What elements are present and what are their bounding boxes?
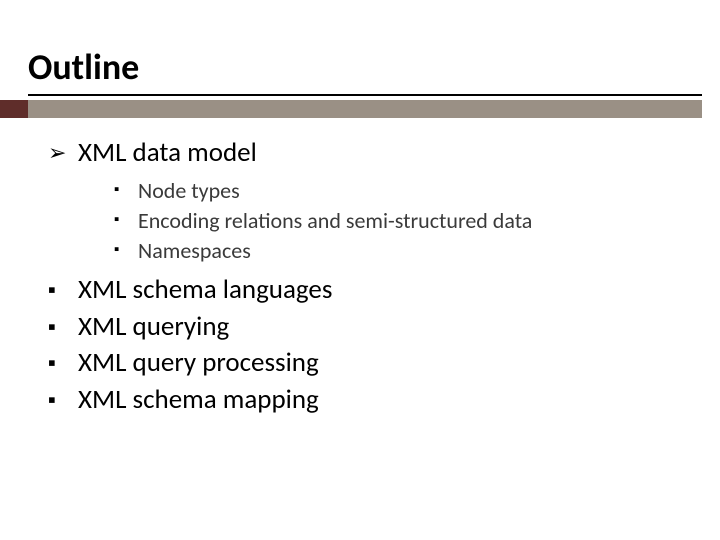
list-item-label: Node types	[138, 177, 240, 204]
accent-bar-wrap	[0, 100, 702, 118]
square-bullet-icon: ▪	[114, 210, 119, 230]
list-item-label: XML query processing	[78, 346, 319, 379]
list-item-label: XML data model	[78, 136, 257, 169]
accent-bar-left	[0, 100, 28, 118]
arrow-bullet-icon: ➢	[48, 139, 66, 167]
square-bullet-icon: ▪	[48, 386, 56, 414]
list-item: ▪ XML schema languages	[48, 273, 692, 308]
list-item-label: Namespaces	[138, 237, 251, 264]
square-bullet-icon: ▪	[48, 313, 56, 341]
square-bullet-icon: ▪	[114, 240, 119, 260]
list-item-label: Encoding relations and semi-structured d…	[138, 207, 532, 234]
slide: Outline ➢ XML data model ▪ Node types ▪ …	[0, 0, 720, 540]
square-bullet-icon: ▪	[114, 180, 119, 200]
accent-bar-right	[28, 100, 702, 118]
list-item: ➢ XML data model ▪ Node types ▪ Encoding…	[48, 136, 692, 266]
list-item: ▪ XML schema mapping	[48, 383, 692, 418]
content-area: ➢ XML data model ▪ Node types ▪ Encoding…	[0, 118, 720, 418]
title-area: Outline	[0, 0, 720, 88]
square-bullet-icon: ▪	[48, 276, 56, 304]
list-item: ▪ Node types	[114, 176, 692, 206]
title-underline	[28, 94, 702, 96]
square-bullet-icon: ▪	[48, 349, 56, 377]
list-item: ▪ Encoding relations and semi-structured…	[114, 206, 692, 236]
list-item-label: XML schema mapping	[78, 383, 319, 416]
list-item-label: XML querying	[78, 310, 229, 343]
accent-bar	[0, 100, 702, 118]
page-title: Outline	[28, 48, 720, 88]
outline-list: ➢ XML data model ▪ Node types ▪ Encoding…	[48, 136, 692, 418]
list-item: ▪ Namespaces	[114, 236, 692, 266]
outline-sublist: ▪ Node types ▪ Encoding relations and se…	[114, 176, 692, 265]
list-item: ▪ XML query processing	[48, 346, 692, 381]
list-item-label: XML schema languages	[78, 273, 332, 306]
list-item: ▪ XML querying	[48, 310, 692, 345]
